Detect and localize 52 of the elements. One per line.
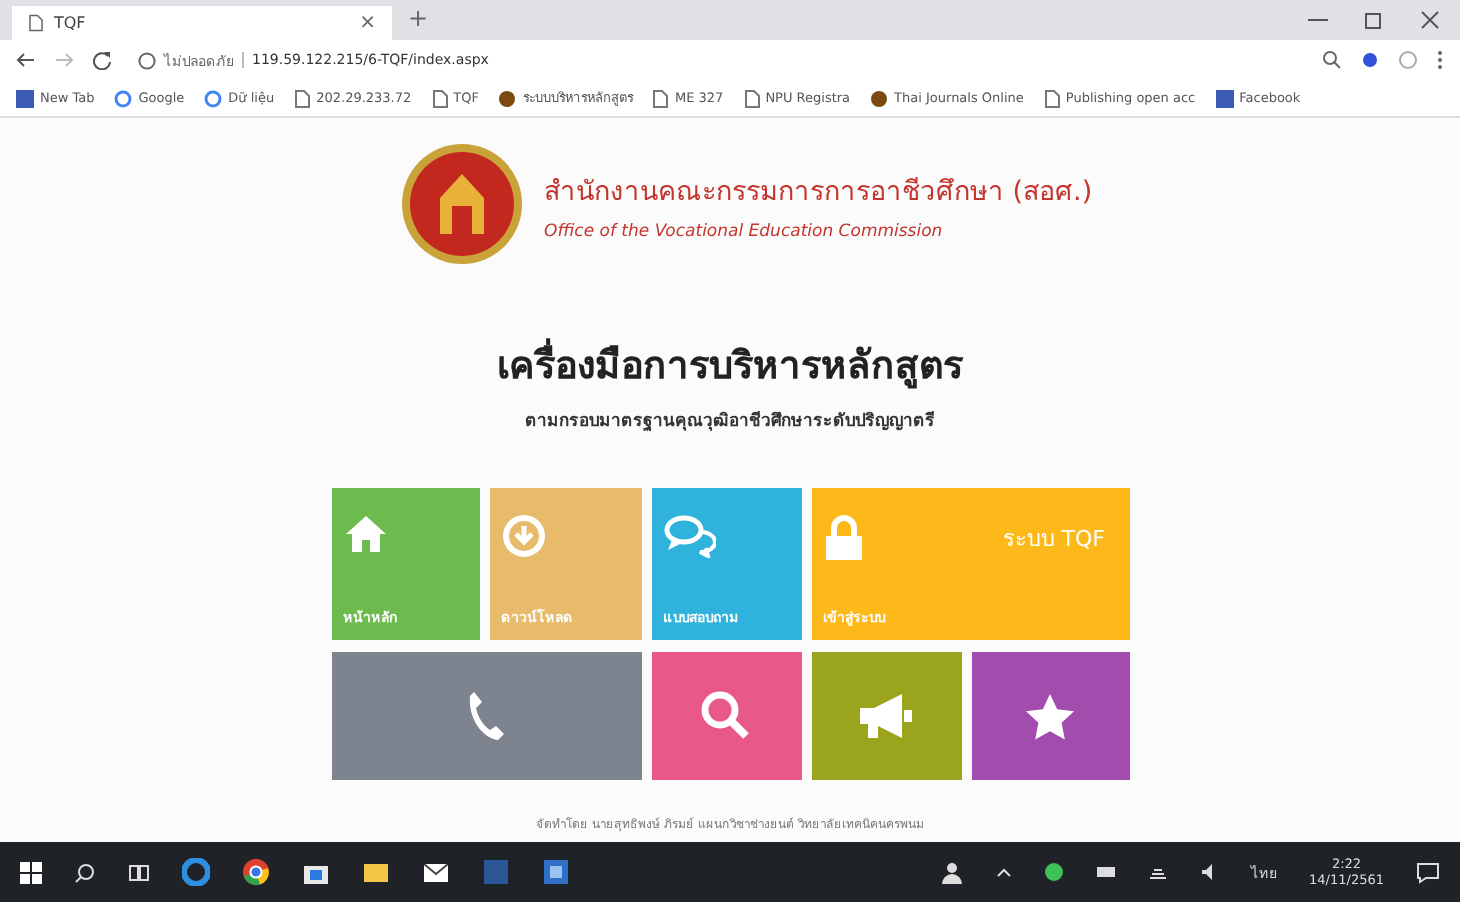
- chat-icon: [663, 514, 715, 558]
- circle-icon: [498, 89, 517, 107]
- organization-name: สำนักงานคณะกรรมการการอาชีวศึกษา (สอศ.): [544, 173, 1093, 211]
- document-icon[interactable]: [542, 858, 570, 886]
- tile-heading: ระบบ TQF: [1002, 524, 1105, 556]
- people-icon[interactable]: [939, 860, 964, 884]
- menu-icon[interactable]: [1436, 50, 1444, 70]
- close-tab-button[interactable]: ×: [359, 12, 376, 34]
- search-icon: [700, 690, 752, 742]
- info-icon: [138, 51, 156, 69]
- circle-icon: [870, 89, 889, 107]
- page-icon: [1043, 89, 1060, 107]
- restore-icon[interactable]: [1364, 10, 1384, 30]
- folder-icon[interactable]: [362, 858, 390, 886]
- page-icon: [431, 89, 448, 107]
- emblem-icon: [400, 142, 524, 266]
- mail-icon[interactable]: [422, 858, 450, 886]
- download-icon: [501, 514, 545, 558]
- page-icon: [294, 89, 311, 107]
- menu-tile[interactable]: [811, 652, 961, 780]
- browser-tab[interactable]: TQF ×: [12, 6, 392, 40]
- back-icon[interactable]: [16, 50, 36, 70]
- windows-icon[interactable]: [20, 861, 42, 883]
- square-icon: [16, 89, 34, 107]
- menu-tile[interactable]: [971, 652, 1129, 780]
- chrome-icon[interactable]: [242, 858, 270, 886]
- page-icon: [28, 14, 44, 32]
- task-view-icon[interactable]: [128, 861, 150, 883]
- notification-icon[interactable]: [1416, 861, 1440, 883]
- zoom-icon[interactable]: [1322, 50, 1342, 70]
- lock-icon: [823, 514, 863, 562]
- menu-tile[interactable]: [651, 652, 801, 780]
- ring-icon: [204, 89, 223, 107]
- page-icon: [743, 89, 760, 107]
- status-icon[interactable]: [1043, 862, 1064, 882]
- page-icon: [652, 89, 669, 107]
- home-icon: [343, 514, 387, 554]
- search-icon[interactable]: [74, 861, 96, 883]
- phone-icon: [466, 690, 506, 742]
- reload-icon[interactable]: [92, 50, 112, 70]
- organization-name-english: Office of the Vocational Education Commission: [544, 221, 945, 241]
- megaphone-icon: [856, 690, 916, 742]
- close-icon[interactable]: [1420, 10, 1440, 30]
- ring-icon: [114, 89, 133, 107]
- battery-icon[interactable]: [1095, 864, 1116, 880]
- network-icon[interactable]: [1147, 864, 1168, 880]
- square-icon: [1215, 89, 1234, 107]
- page-title: เครื่องมือการบริหารหลักสูตร: [497, 334, 963, 394]
- new-tab-button[interactable]: +: [408, 4, 429, 32]
- page-subtitle: ตามกรอบมาตรฐานคุณวุฒิอาชีวศึกษาระดับปริญญาตรี: [525, 409, 935, 434]
- menu-tile[interactable]: [331, 652, 641, 780]
- caret-icon[interactable]: [995, 864, 1012, 880]
